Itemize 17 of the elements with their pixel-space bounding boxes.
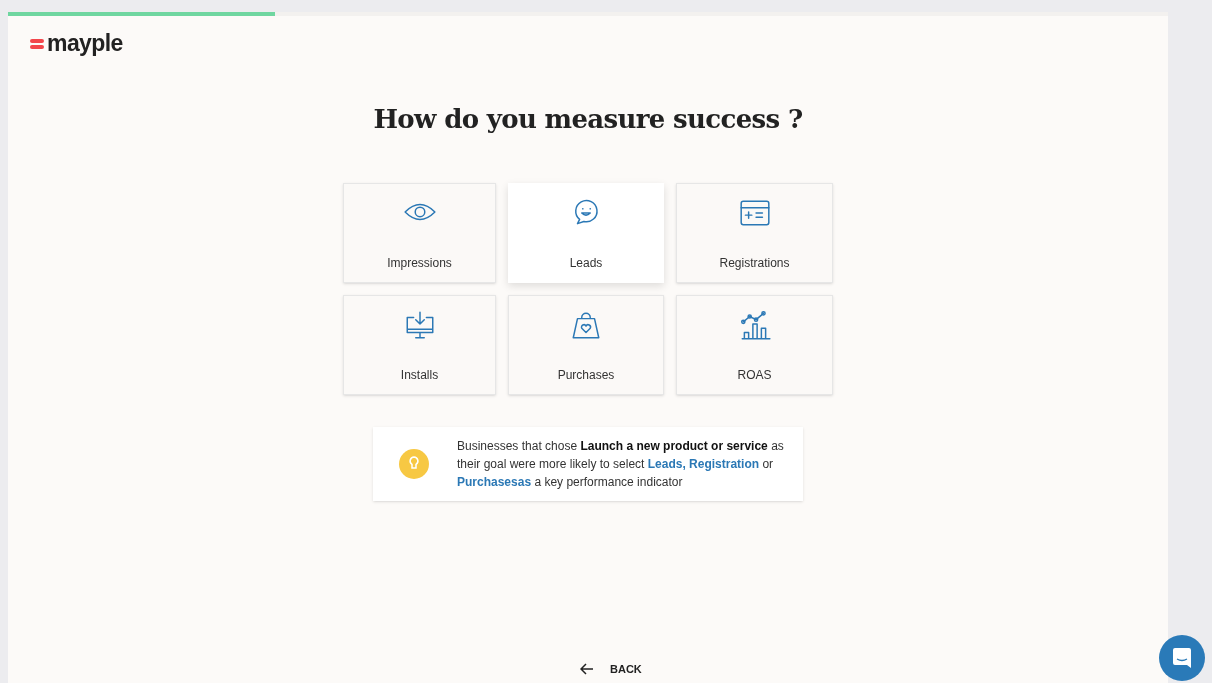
logo-text: mayple	[47, 32, 123, 55]
option-card[interactable]: ROAS	[676, 295, 833, 395]
option-card[interactable]: Leads	[508, 183, 664, 283]
option-card[interactable]: Purchases	[508, 295, 664, 395]
arrow-left-icon	[580, 662, 594, 675]
tip-link[interactable]: Purchasesas	[457, 475, 532, 489]
lightbulb-icon	[399, 449, 429, 479]
tip-link[interactable]: Leads, Registration	[647, 457, 760, 471]
option-card[interactable]: Registrations	[676, 183, 833, 283]
chat-icon	[1172, 647, 1192, 669]
option-card[interactable]: Impressions	[343, 183, 496, 283]
chat-button[interactable]	[1159, 635, 1205, 681]
back-button[interactable]: BACK	[578, 658, 644, 679]
tip-text: Businesses that chose Launch a new product or service as their goal were more likely to select Leads, Registration or Purchasesas a key performance indicator	[457, 438, 785, 491]
option-card[interactable]: Installs	[343, 295, 496, 395]
logo-icon	[30, 37, 44, 50]
page-title: How do you measure success ?	[373, 103, 803, 136]
